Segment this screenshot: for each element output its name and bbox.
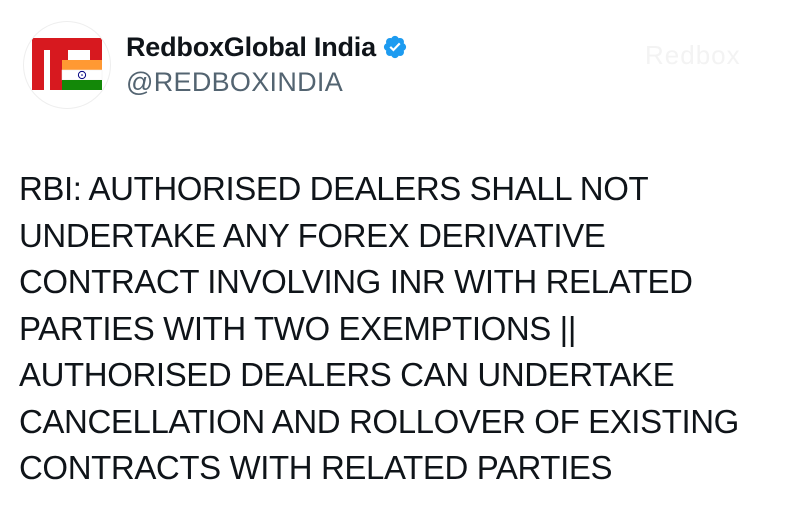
watermark: Redbox: [645, 40, 741, 70]
name-row: RedboxGlobal India: [126, 31, 408, 63]
avatar[interactable]: [24, 22, 110, 108]
tweet-card: RedboxGlobal India @REDBOXINDIA Redbox R…: [0, 0, 800, 518]
tweet-text: RBI: AUTHORISED DEALERS SHALL NOT UNDERT…: [19, 170, 739, 486]
verified-badge-icon: [383, 35, 407, 59]
redbox-india-logo-icon: [32, 38, 103, 90]
display-name[interactable]: RedboxGlobal India: [126, 31, 376, 63]
tweet-header: RedboxGlobal India @REDBOXINDIA: [24, 22, 408, 108]
account-handle[interactable]: @REDBOXINDIA: [126, 65, 408, 99]
account-identity: RedboxGlobal India @REDBOXINDIA: [126, 31, 408, 99]
